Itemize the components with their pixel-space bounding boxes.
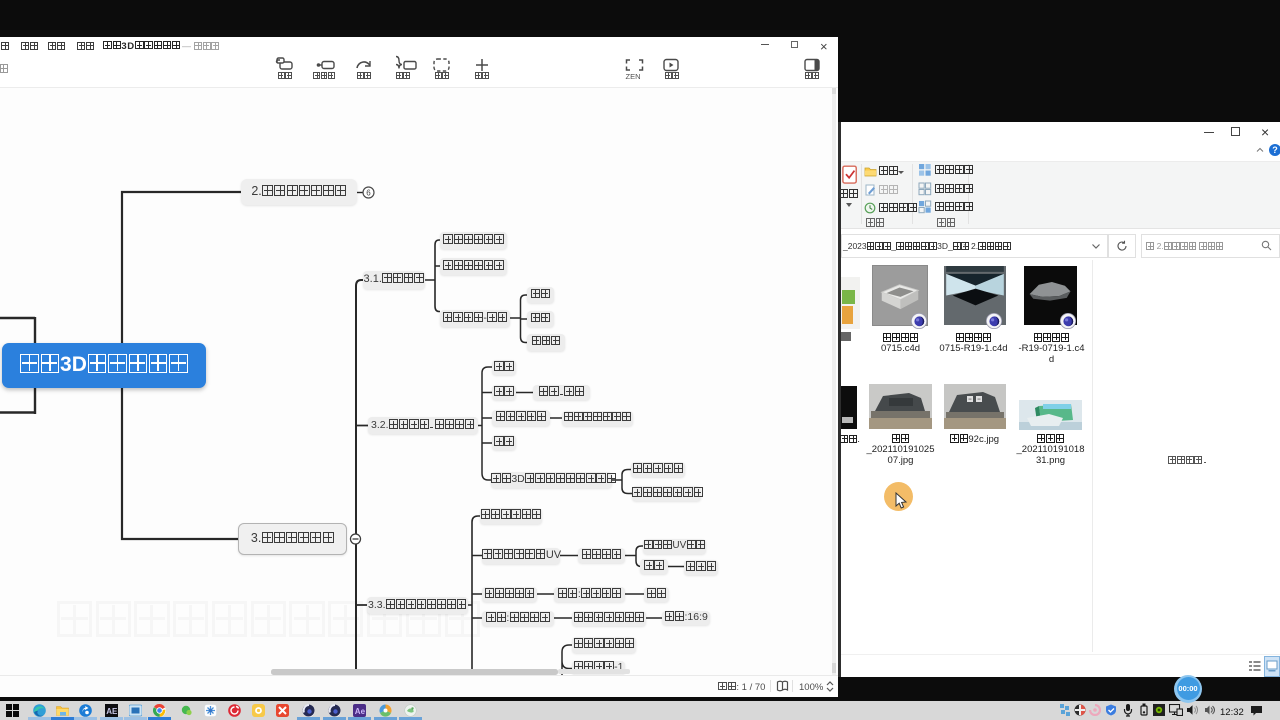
svg-text:Ae: Ae — [355, 707, 366, 716]
svg-text:AE: AE — [106, 707, 118, 716]
svg-text:6: 6 — [366, 189, 371, 198]
